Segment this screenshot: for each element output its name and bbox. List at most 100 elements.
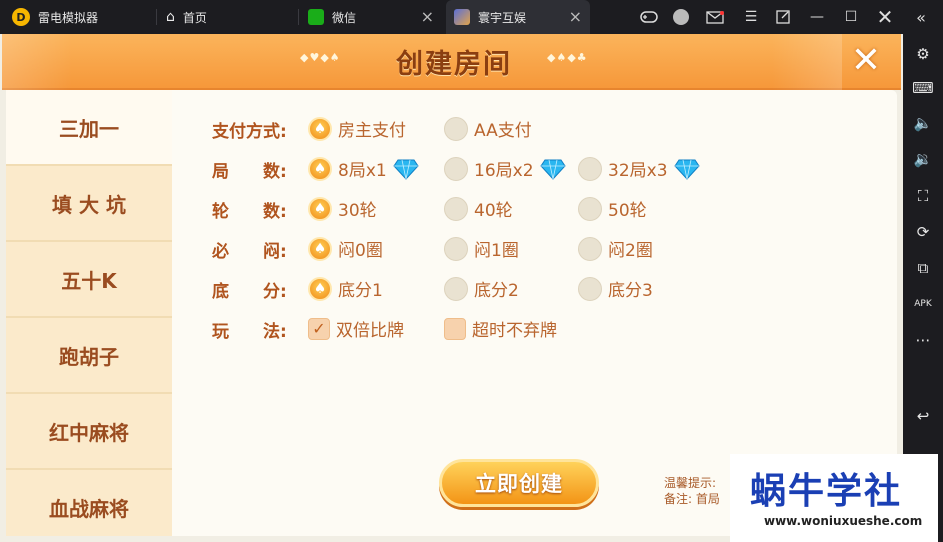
tip-text: 温馨提示: <box>664 476 717 490</box>
more-icon[interactable]: ⋯ <box>911 328 935 352</box>
close-dialog-icon[interactable]: ✕ <box>846 42 886 82</box>
close-tab-wechat-icon[interactable]: × <box>421 8 434 26</box>
option-label: 16局x2 <box>474 161 534 181</box>
minimize-icon[interactable]: — <box>802 0 832 34</box>
checkbox-timeout-no-fold[interactable]: 超时不弃牌 <box>444 316 557 341</box>
ldplayer-logo-icon: D <box>12 8 30 26</box>
game-type-sidebar: 三加一 填 大 坑 五十K 跑胡子 红中麻将 血战麻将 <box>6 90 172 536</box>
radio-unselected-icon <box>444 156 468 181</box>
checkbox-double-compare[interactable]: ✓ 双倍比牌 <box>308 316 404 341</box>
back-icon[interactable]: ↩ <box>911 404 935 428</box>
radio-selected-icon: ♠ <box>308 196 332 221</box>
sidebar-item-paohuzi[interactable]: 跑胡子 <box>6 318 172 394</box>
checkbox-unchecked-icon <box>444 317 466 340</box>
tab-home[interactable]: ⌂ 首页 <box>166 0 207 34</box>
option-label: 底分3 <box>608 281 653 301</box>
radio-unselected-icon <box>444 196 468 221</box>
tab-wechat-label: 微信 <box>332 10 357 25</box>
label-turns: 轮 数: <box>212 202 287 222</box>
radio-unselected-icon <box>578 276 602 301</box>
game-app-icon <box>454 9 470 25</box>
restore-mini-icon[interactable] <box>768 0 798 34</box>
tab-game[interactable]: 寰宇互娱 × <box>446 0 590 34</box>
dialog-header: ◆♥◆♠ 创建房间 ◆♠◆♣ ✕ <box>2 34 901 90</box>
label-blind: 必 闷: <box>212 242 287 262</box>
record-icon[interactable]: ⟳ <box>911 220 935 244</box>
watermark-title: 蜗牛学社 <box>750 471 903 512</box>
option-base-3[interactable]: 底分3 <box>578 276 653 301</box>
volume-up-icon[interactable]: 🔈 <box>911 111 935 135</box>
account-icon[interactable] <box>666 0 696 34</box>
option-40-turns[interactable]: 40轮 <box>444 196 513 221</box>
option-blind-1[interactable]: 闷1圈 <box>444 236 519 261</box>
option-label: 30轮 <box>338 201 377 221</box>
radio-unselected-icon <box>444 236 468 261</box>
sidebar-item-sanjiayi[interactable]: 三加一 <box>6 90 172 166</box>
settings-gear-icon[interactable]: ⚙ <box>911 42 935 66</box>
sidebar-item-xuezhan[interactable]: 血战麻将 <box>6 470 172 542</box>
radio-unselected-icon <box>444 276 468 301</box>
header-deco-left: ◆♥◆♠ <box>300 51 341 64</box>
radio-unselected-icon <box>444 116 468 141</box>
volume-down-icon[interactable]: 🔉 <box>911 147 935 171</box>
gamepad-icon[interactable] <box>634 0 664 34</box>
option-label: 闷0圈 <box>338 241 383 261</box>
home-icon: ⌂ <box>166 9 175 25</box>
sidebar-item-wushik[interactable]: 五十K <box>6 242 172 318</box>
remark-text: 备注: 首局 <box>664 492 720 506</box>
tab-wechat[interactable]: 微信 × <box>308 0 442 34</box>
multi-window-icon[interactable]: ⧉ <box>911 256 935 280</box>
option-label: 32局x3 <box>608 161 668 181</box>
option-8-rounds[interactable]: ♠ 8局x1 <box>308 156 419 181</box>
diamond-icon <box>673 159 700 180</box>
option-aa-pay[interactable]: AA支付 <box>444 116 532 141</box>
sidebar-item-hongzhong[interactable]: 红中麻将 <box>6 394 172 470</box>
option-label: 40轮 <box>474 201 513 221</box>
maximize-icon[interactable]: ☐ <box>836 0 866 34</box>
wechat-icon <box>308 9 324 25</box>
mail-icon[interactable] <box>700 0 730 34</box>
option-32-rounds[interactable]: 32局x3 <box>578 156 700 181</box>
radio-unselected-icon <box>578 236 602 261</box>
option-label: 闷1圈 <box>474 241 519 261</box>
radio-selected-icon: ♠ <box>308 276 332 301</box>
watermark: 蜗牛学社 www.woniuxueshe.com <box>730 454 938 542</box>
app-name: 雷电模拟器 <box>38 10 99 25</box>
option-base-1[interactable]: ♠ 底分1 <box>308 276 383 301</box>
tab-game-label: 寰宇互娱 <box>478 10 527 25</box>
emulator-app-tab[interactable]: D 雷电模拟器 <box>12 0 98 34</box>
label-rules: 玩 法: <box>212 322 287 342</box>
menu-icon[interactable]: ☰ <box>736 0 766 34</box>
option-label: 50轮 <box>608 201 647 221</box>
tab-home-label: 首页 <box>182 10 207 25</box>
option-50-turns[interactable]: 50轮 <box>578 196 647 221</box>
create-now-button[interactable]: 立即创建 <box>439 459 599 507</box>
option-blind-2[interactable]: 闷2圈 <box>578 236 653 261</box>
close-tab-game-icon[interactable]: × <box>569 8 582 26</box>
label-payment: 支付方式: <box>212 122 287 142</box>
collapse-sidebar-icon[interactable]: « <box>906 0 936 34</box>
option-base-2[interactable]: 底分2 <box>444 276 519 301</box>
diamond-icon <box>539 159 566 180</box>
checkbox-checked-icon: ✓ <box>308 317 330 340</box>
option-label: 闷2圈 <box>608 241 653 261</box>
radio-selected-icon: ♠ <box>308 156 332 181</box>
radio-unselected-icon <box>578 196 602 221</box>
label-base-score: 底 分: <box>212 282 287 302</box>
option-owner-pay[interactable]: ♠ 房主支付 <box>308 116 406 141</box>
page-title: 创建房间 <box>396 49 512 80</box>
radio-selected-icon: ♠ <box>308 236 332 261</box>
option-label: 底分2 <box>474 281 519 301</box>
apk-icon[interactable]: APK <box>911 292 935 316</box>
header-deco-right: ◆♠◆♣ <box>547 51 588 64</box>
radio-unselected-icon <box>578 156 602 181</box>
screenshot-icon[interactable]: ⛶ <box>911 184 935 208</box>
option-30-turns[interactable]: ♠ 30轮 <box>308 196 377 221</box>
sidebar-item-tiandakeng[interactable]: 填 大 坑 <box>6 166 172 242</box>
diamond-icon <box>393 159 419 180</box>
option-label: 超时不弃牌 <box>472 321 557 341</box>
option-blind-0[interactable]: ♠ 闷0圈 <box>308 236 383 261</box>
option-16-rounds[interactable]: 16局x2 <box>444 156 566 181</box>
keyboard-icon[interactable]: ⌨ <box>911 76 935 100</box>
close-window-icon[interactable]: ✕ <box>870 0 900 34</box>
